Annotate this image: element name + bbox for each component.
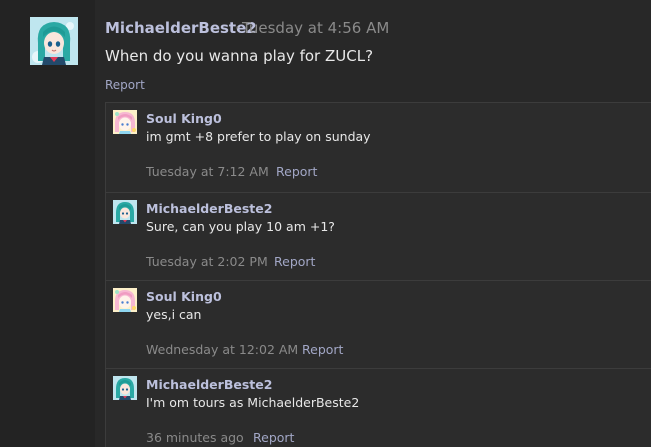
avatar-icon[interactable] <box>113 200 137 224</box>
avatar-icon[interactable] <box>113 110 137 134</box>
reply-item: MichaelderBeste2 I'm om tours as Michael… <box>106 368 651 447</box>
reply-timestamp[interactable]: 36 minutes ago <box>146 430 244 446</box>
reply-body: yes,i can <box>146 307 202 322</box>
avatar-icon[interactable] <box>30 17 78 65</box>
reply-report-link[interactable]: Report <box>274 254 315 270</box>
reply-author[interactable]: Soul King0 <box>146 111 222 127</box>
reply-body: I'm om tours as MichaelderBeste2 <box>146 395 360 410</box>
reply-author[interactable]: Soul King0 <box>146 289 222 305</box>
reply-report-link[interactable]: Report <box>302 342 343 358</box>
post-timestamp[interactable]: Tuesday at 4:56 AM <box>242 18 389 38</box>
replies-list: Soul King0 im gmt +8 prefer to play on s… <box>105 102 651 447</box>
reply-item: Soul King0 yes,i can Wednesday at 12:02 … <box>106 280 651 368</box>
reply-timestamp[interactable]: Tuesday at 7:12 AM <box>146 164 269 180</box>
reply-report-link[interactable]: Report <box>253 430 294 446</box>
post-report-link[interactable]: Report <box>105 77 145 93</box>
reply-item: MichaelderBeste2 Sure, can you play 10 a… <box>106 192 651 280</box>
avatar-icon[interactable] <box>113 288 137 312</box>
reply-body: im gmt +8 prefer to play on sunday <box>146 129 371 144</box>
reply-item: Soul King0 im gmt +8 prefer to play on s… <box>106 103 651 192</box>
post-separator: · <box>235 19 240 37</box>
post-body: When do you wanna play for ZUCL? <box>105 47 374 65</box>
reply-author[interactable]: MichaelderBeste2 <box>146 201 272 217</box>
reply-author[interactable]: MichaelderBeste2 <box>146 377 272 393</box>
thread-view: MichaelderBeste2 · Tuesday at 4:56 AM Wh… <box>0 0 651 447</box>
avatar-icon[interactable] <box>113 376 137 400</box>
reply-timestamp[interactable]: Wednesday at 12:02 AM <box>146 342 298 358</box>
left-rail <box>0 0 96 447</box>
reply-body: Sure, can you play 10 am +1? <box>146 219 335 234</box>
reply-timestamp[interactable]: Tuesday at 2:02 PM <box>146 254 268 270</box>
reply-report-link[interactable]: Report <box>276 164 317 180</box>
post-author[interactable]: MichaelderBeste2 <box>105 18 257 38</box>
